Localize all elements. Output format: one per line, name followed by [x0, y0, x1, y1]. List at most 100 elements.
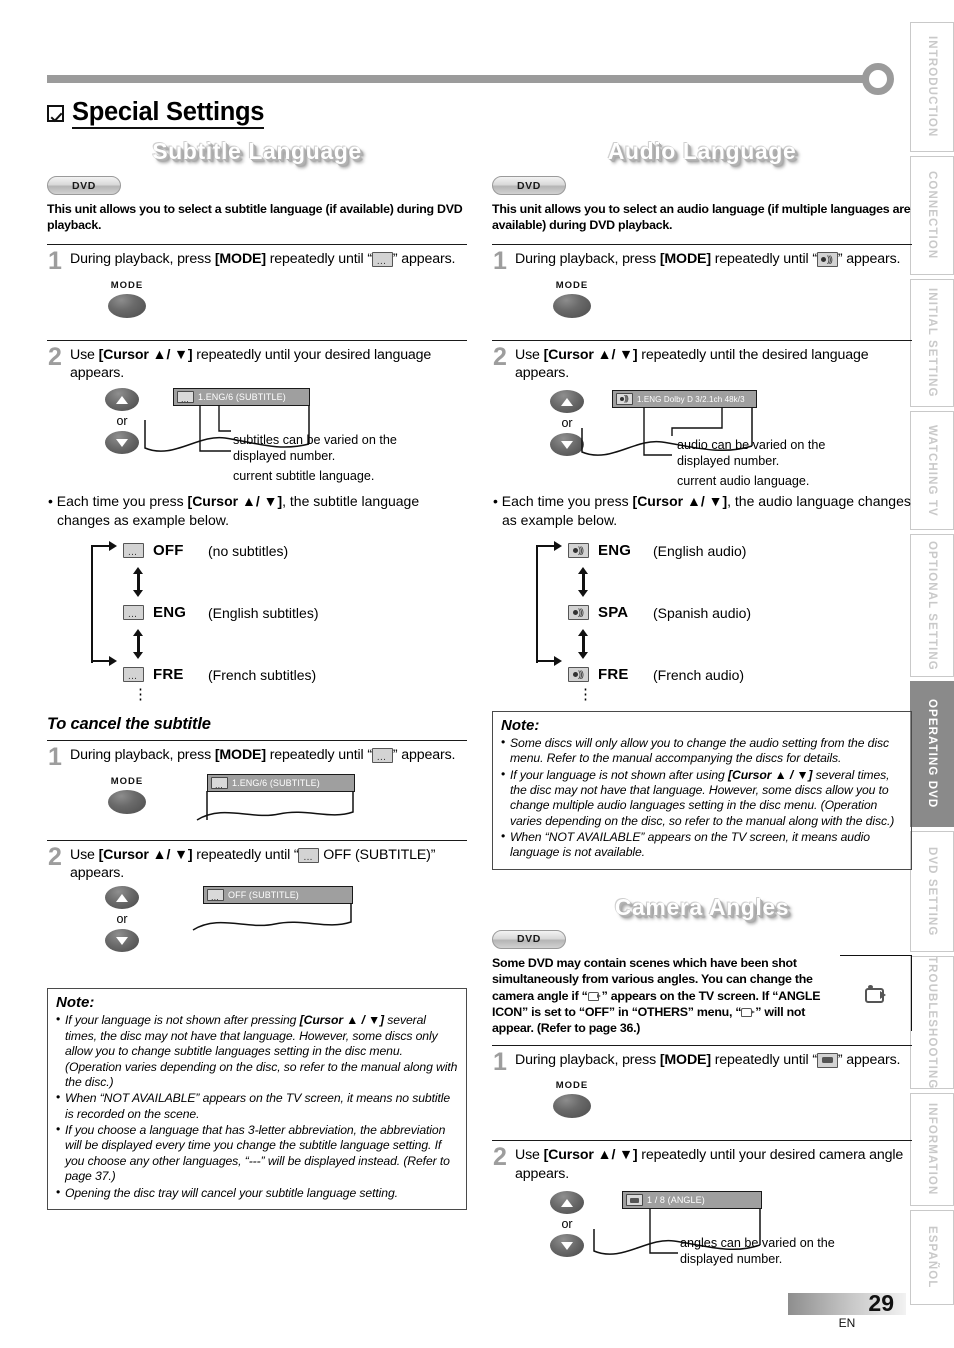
note-item: If your language is not shown after usin…: [501, 767, 903, 830]
mode-button-illustration: MODE: [99, 280, 155, 318]
sidebar-item-connection[interactable]: CONNECTION: [910, 156, 954, 275]
mode-button[interactable]: [108, 789, 146, 814]
mode-button[interactable]: [553, 293, 591, 318]
sidebar-item-label: WATCHING TV: [926, 424, 938, 517]
step-text-a: Use: [70, 846, 99, 863]
sidebar-item-troubleshooting[interactable]: TROUBLESHOOTING: [910, 956, 954, 1089]
mode-button-illustration: MODE: [99, 776, 155, 814]
sidebar-item-watching-tv[interactable]: WATCHING TV: [910, 411, 954, 530]
mode-button[interactable]: [108, 293, 146, 318]
sidebar-item-label: OPERATING DVD: [926, 699, 938, 809]
sidebar-item-label: TROUBLESHOOTING: [926, 955, 938, 1090]
note-list: Some discs will only allow you to change…: [501, 735, 903, 861]
mode-button[interactable]: [553, 1094, 591, 1119]
section-heading-camera-angles: Camera Angles: [614, 893, 790, 920]
cursor-down-button[interactable]: [550, 1234, 584, 1258]
divider: [47, 339, 467, 341]
cancel-step-2: 2 Use [Cursor ▲/ ▼] repeatedly until “ O…: [47, 844, 467, 883]
cycle-description: (Spanish audio): [653, 604, 752, 621]
subsection-heading-cancel-subtitle: To cancel the subtitle: [47, 714, 211, 733]
step-text-c: repeatedly until “: [710, 1051, 817, 1068]
audio-step2-figure: or 1.ENG Dolby D 3/2.1ch 48k/3 audio can: [492, 390, 912, 488]
audio-icon: [616, 393, 633, 406]
step-text-a: Use: [70, 346, 99, 363]
note-box-audio: Note: Some discs will only allow you to …: [492, 710, 912, 870]
audio-cycle-intro: • Each time you press [Cursor ▲/ ▼], the…: [493, 493, 911, 528]
step-text-a: During playback, press: [70, 250, 215, 267]
two-way-arrow-icon: [577, 566, 590, 597]
sidebar-item-introduction[interactable]: INTRODUCTION: [910, 22, 954, 152]
disc-type-badge-dvd: DVD: [47, 176, 121, 195]
step-text: Use [Cursor ▲/ ▼] repeatedly until “ OFF…: [70, 846, 467, 883]
cycle-code: FRE: [598, 666, 629, 684]
sidebar-item-dvd-setting[interactable]: DVD SETTING: [910, 831, 954, 952]
two-way-arrow-icon: [132, 628, 145, 659]
osd-text: 1.ENG/6 (SUBTITLE): [232, 777, 320, 788]
step-text-d: ” appears.: [837, 250, 901, 267]
sidebar-item-initial-setting[interactable]: INITIAL SETTING: [910, 279, 954, 407]
section-heading-audio-language: Audio Language: [607, 138, 797, 164]
cursor-up-button[interactable]: [105, 388, 139, 412]
step-number: 2: [48, 342, 62, 371]
audio-intro-text: This unit allows you to select an audio …: [492, 202, 911, 233]
sidebar-item-information[interactable]: INFORMATION: [910, 1093, 954, 1206]
osd-figure: OFF (SUBTITLE): [192, 886, 358, 952]
cursor-down-button[interactable]: [105, 929, 139, 953]
callout-text-1: subtitles can be varied on the displayed…: [233, 433, 397, 463]
subtitle-icon: [123, 605, 144, 621]
cursor-down-button[interactable]: [550, 433, 584, 457]
bullet-key-cursor: [Cursor ▲/ ▼]: [632, 493, 728, 510]
divider: [492, 339, 912, 341]
cursor-up-button[interactable]: [550, 1191, 584, 1215]
sidebar-item-optional-setting[interactable]: OPTIONAL SETTING: [910, 534, 954, 677]
callout-text-1: angles can be varied on the displayed nu…: [680, 1236, 835, 1266]
step-key-cursor: [Cursor ▲/ ▼]: [98, 846, 193, 863]
subtitle-cycle-intro: • Each time you press [Cursor ▲/ ▼], the…: [48, 493, 420, 528]
cursor-up-button[interactable]: [550, 390, 584, 414]
osd-bar: 1.ENG/6 (SUBTITLE): [174, 389, 309, 406]
sidebar-item-espanol[interactable]: ESPAÑOL: [910, 1210, 954, 1305]
manual-page: INTRODUCTION CONNECTION INITIAL SETTING …: [0, 0, 954, 1348]
step-text: During playback, press [MODE] repeatedly…: [515, 250, 900, 274]
step-key-mode: [MODE]: [659, 250, 711, 267]
subtitle-icon: [371, 747, 393, 763]
disc-type-badge-dvd: DVD: [492, 929, 566, 949]
subtitle-icon: [371, 251, 393, 267]
step-text-c: repeatedly until “: [192, 846, 299, 863]
osd-text: 1 / 8 (ANGLE): [647, 1195, 705, 1206]
subtitle-icon: [207, 889, 224, 902]
osd-bar: 1.ENG Dolby D 3/2.1ch 48k/3: [613, 391, 756, 408]
note-item: When “NOT AVAILABLE” appears on the TV s…: [56, 1090, 458, 1122]
step-text-a: During playback, press: [515, 250, 660, 267]
subtitle-step-1: 1 During playback, press [MODE] repeated…: [47, 246, 467, 275]
mode-button-label: MODE: [555, 279, 589, 291]
page-number: 29: [868, 1290, 894, 1316]
right-column: Audio Language DVD This unit allows you …: [492, 100, 912, 1266]
subtitle-icon: [298, 847, 320, 863]
cursor-up-button[interactable]: [105, 886, 139, 910]
audio-icon: [816, 251, 838, 267]
divider: [47, 839, 467, 841]
step-text: During playback, press [MODE] repeatedly…: [70, 746, 455, 770]
note-title: Note:: [56, 994, 95, 1012]
step-number: 1: [48, 246, 62, 275]
audio-step-1: 1 During playback, press [MODE] repeated…: [492, 248, 912, 274]
step-key-cursor: [Cursor ▲/ ▼]: [543, 346, 638, 363]
osd-bar: 1 / 8 (ANGLE): [623, 1192, 761, 1209]
note-text-pre: Opening the disc tray will cancel your s…: [65, 1185, 398, 1200]
note-item: When “NOT AVAILABLE” appears on the TV s…: [501, 829, 903, 861]
audio-icon: [568, 667, 589, 683]
step-text-a: Use: [515, 346, 544, 363]
cursor-down-button[interactable]: [105, 431, 139, 455]
sidebar-item-label: INITIAL SETTING: [926, 288, 938, 398]
note-text-pre: Some discs will only allow you to change…: [510, 735, 889, 766]
cycle-description: (French audio): [653, 666, 745, 683]
angle-icon: [816, 1052, 838, 1068]
cycle-description: (no subtitles): [208, 542, 289, 559]
osd-bar: OFF (SUBTITLE): [204, 887, 352, 904]
osd-callout-group: 1 / 8 (ANGLE) angles can be varied on th…: [593, 1191, 857, 1266]
bullet-text-a: Each time you press: [501, 493, 633, 510]
osd-text: 1.ENG Dolby D 3/2.1ch 48k/3: [637, 394, 745, 404]
note-text-pre: When “NOT AVAILABLE” appears on the TV s…: [510, 830, 870, 860]
sidebar-item-operating-dvd[interactable]: OPERATING DVD: [910, 681, 954, 827]
